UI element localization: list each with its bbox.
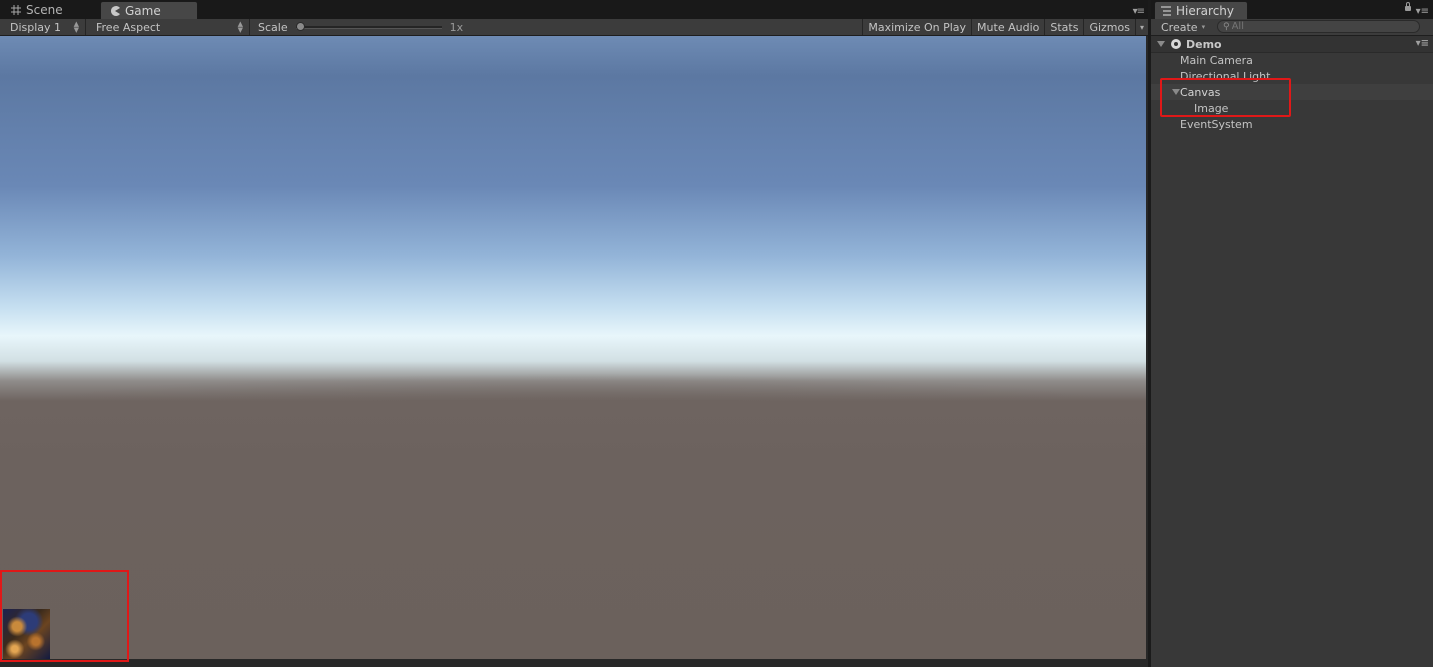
hierarchy-panel: Hierarchy ▾≡ Create ▾ ⚲ Demo ▾≡ Main Cam… [1148, 0, 1433, 667]
search-icon: ⚲ [1223, 21, 1230, 32]
scale-control: Scale 1x [250, 19, 463, 35]
tab-hierarchy[interactable]: Hierarchy [1154, 1, 1248, 19]
mute-audio-label: Mute Audio [977, 20, 1040, 34]
hierarchy-search[interactable]: ⚲ [1217, 20, 1420, 33]
stats-label: Stats [1050, 20, 1079, 34]
hierarchy-toolbar: Create ▾ ⚲ [1151, 19, 1433, 36]
stats-toggle[interactable]: Stats [1044, 19, 1083, 35]
updown-arrow-icon: ▲ ▼ [237, 20, 243, 34]
grid-icon [11, 5, 21, 15]
panel-menu-icon[interactable]: ▾≡ [1133, 6, 1145, 17]
hierarchy-item-eventsystem[interactable]: EventSystem [1151, 116, 1433, 132]
hierarchy-item-label: Main Camera [1180, 53, 1253, 67]
game-panel-tabbar: Scene Game ▾≡ [0, 0, 1148, 19]
lock-icon[interactable] [1405, 2, 1411, 11]
hierarchy-tabbar: Hierarchy ▾≡ [1151, 0, 1433, 19]
create-button-label: Create [1161, 20, 1198, 34]
scene-header-demo[interactable]: Demo ▾≡ [1151, 36, 1433, 53]
updown-arrow-icon: ▲ ▼ [73, 20, 79, 34]
unity-editor: Scene Game ▾≡ Display 1 ▲ ▼ Free Aspect ▲… [0, 0, 1433, 667]
create-button[interactable]: Create ▾ [1151, 21, 1217, 34]
display-dropdown[interactable]: Display 1 ▲ ▼ [0, 19, 86, 35]
game-panel-bottom [0, 659, 1146, 667]
hierarchy-item-main-camera[interactable]: Main Camera [1151, 52, 1433, 68]
chevron-down-icon: ▾ [1139, 22, 1144, 32]
gizmos-dropdown[interactable]: ▾ [1134, 19, 1148, 35]
tab-game[interactable]: Game [100, 1, 198, 19]
scene-menu-icon[interactable]: ▾≡ [1416, 38, 1429, 49]
gizmos-label: Gizmos [1089, 20, 1130, 34]
game-viewport[interactable] [0, 36, 1146, 659]
scale-slider-handle[interactable] [295, 21, 305, 31]
tab-scene-label: Scene [26, 3, 63, 17]
scene-name: Demo [1186, 37, 1222, 51]
maximize-on-play-label: Maximize On Play [868, 20, 967, 34]
unity-logo-icon [1171, 39, 1181, 49]
scale-slider[interactable] [295, 21, 442, 31]
pacman-icon [111, 5, 120, 16]
hierarchy-item-label: EventSystem [1180, 117, 1253, 131]
chevron-down-icon: ▾ [1201, 23, 1206, 31]
tab-game-label: Game [125, 3, 161, 18]
expand-triangle-icon[interactable] [1157, 41, 1165, 47]
hierarchy-search-input[interactable] [1231, 21, 1412, 32]
gizmos-toggle[interactable]: Gizmos [1083, 19, 1135, 35]
scale-label: Scale [258, 20, 288, 34]
highlight-box-image [0, 570, 129, 662]
game-toolbar-right: Maximize On Play Mute Audio Stats Gizmos… [862, 19, 1148, 35]
mute-audio-toggle[interactable]: Mute Audio [971, 19, 1044, 35]
maximize-on-play-toggle[interactable]: Maximize On Play [862, 19, 971, 35]
highlight-box-canvas [1160, 78, 1291, 117]
tab-scene[interactable]: Scene [2, 1, 98, 19]
tab-hierarchy-label: Hierarchy [1176, 3, 1235, 18]
aspect-dropdown-label: Free Aspect [96, 20, 161, 34]
aspect-dropdown[interactable]: Free Aspect ▲ ▼ [86, 19, 250, 35]
scale-value: 1x [449, 20, 464, 34]
game-toolbar: Display 1 ▲ ▼ Free Aspect ▲ ▼ Scale 1x Max… [0, 19, 1148, 36]
list-icon [1161, 5, 1171, 16]
panel-menu-icon[interactable]: ▾≡ [1416, 6, 1429, 17]
game-panel: Scene Game ▾≡ Display 1 ▲ ▼ Free Aspect ▲… [0, 0, 1148, 667]
display-dropdown-label: Display 1 [10, 20, 62, 34]
